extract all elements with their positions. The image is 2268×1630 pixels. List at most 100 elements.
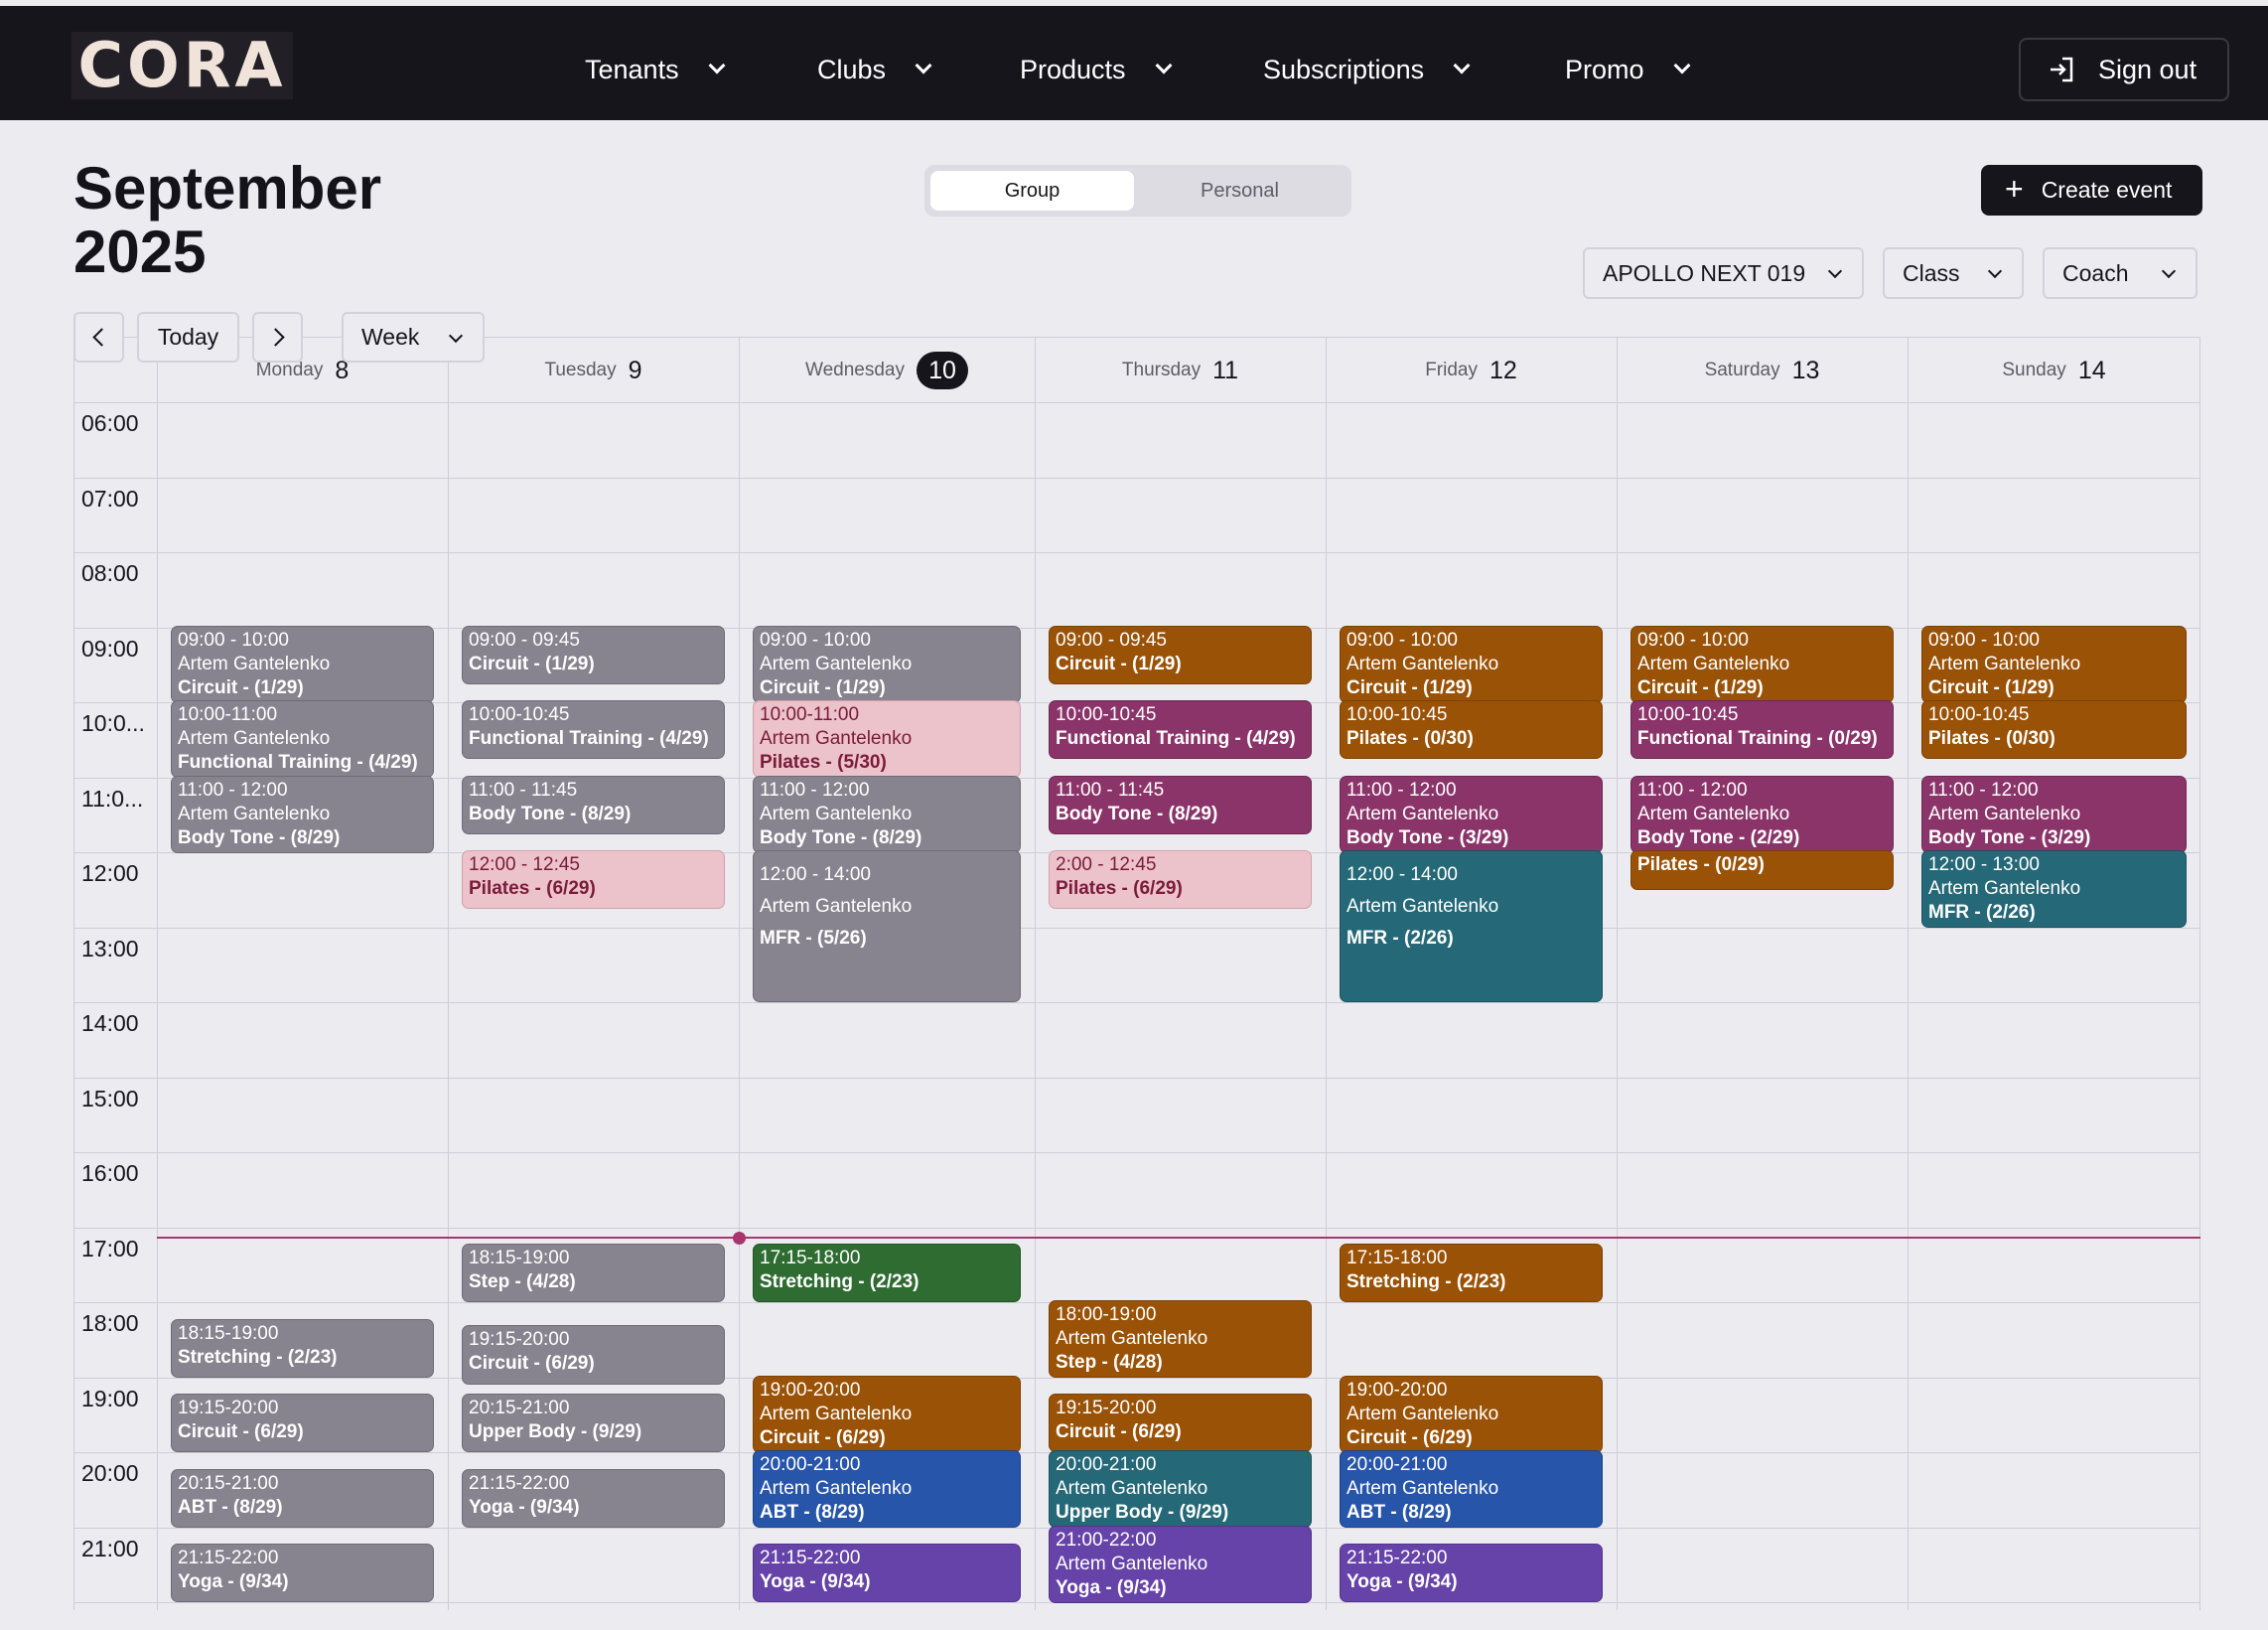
calendar-event[interactable]: 10:00-11:00 Artem Gantelenko Functional Tr… [171,700,434,778]
calendar-event[interactable]: 21:15-22:00 Yoga - (9/34) [1340,1544,1603,1602]
calendar-event[interactable]: 11:00 - 11:45 Body Tone - (8/29) [462,776,725,834]
chevron-down-icon [2161,263,2177,279]
calendar-event[interactable]: 09:00 - 10:00 Artem Gantelenko Circuit - (… [1630,626,1894,703]
calendar-event[interactable]: 10:00-11:00 Artem Gantelenko Pilates - (5/… [753,700,1021,778]
time-label: 21:00 [81,1536,139,1561]
calendar-event[interactable]: 20:00-21:00 Artem Gantelenko Upper Body - … [1049,1450,1312,1528]
class-filter-select[interactable]: Class [1883,247,2024,299]
calendar-event[interactable]: 21:00-22:00 Artem Gantelenko Yoga - (9/34) [1049,1526,1312,1603]
event-title: MFR - (5/26) [760,928,867,949]
calendar-event[interactable]: 11:00 - 12:00 Artem Gantelenko Body Tone -… [753,776,1021,853]
calendar-event[interactable]: 09:00 - 09:45 Circuit - (1/29) [1049,626,1312,684]
calendar-event[interactable]: 20:15-21:00 Upper Body - (9/29) [462,1394,725,1452]
event-title: Pilates - (5/30) [760,752,887,773]
event-coach: Artem Gantelenko [1056,1554,1208,1574]
time-label: 16:00 [81,1160,139,1186]
toggle-group[interactable]: Group [930,171,1134,211]
event-time: 12:00 - 13:00 [1928,854,2040,875]
toggle-personal[interactable]: Personal [1138,171,1342,211]
calendar-event[interactable]: Pilates - (0/29) [1630,850,1894,890]
club-filter-select[interactable]: APOLLO NEXT 019 [1583,247,1864,299]
calendar-event[interactable]: 12:00 - 13:00 Artem Gantelenko MFR - (2/26… [1921,850,2187,928]
calendar-event[interactable]: 21:15-22:00 Yoga - (9/34) [462,1469,725,1528]
day-header-saturday[interactable]: Saturday 13 [1617,351,1908,390]
calendar-event[interactable]: 17:15-18:00 Stretching - (2/23) [1340,1244,1603,1302]
event-title: Upper Body - (9/29) [1056,1502,1229,1523]
calendar-event[interactable]: 11:00 - 11:45 Body Tone - (8/29) [1049,776,1312,834]
event-coach: Artem Gantelenko [1928,654,2081,674]
calendar-event[interactable]: 09:00 - 09:45 Circuit - (1/29) [462,626,725,684]
sign-out-button[interactable]: Sign out [2019,38,2229,101]
day-number: 13 [1791,356,1820,384]
grid-row-line [73,1152,2200,1153]
calendar-event[interactable]: 21:15-22:00 Yoga - (9/34) [171,1544,434,1602]
calendar-event[interactable]: 10:00-10:45 Functional Training - (4/29) [1049,700,1312,759]
calendar-event[interactable]: 19:00-20:00 Artem Gantelenko Circuit - (6/… [753,1376,1021,1453]
calendar-event[interactable]: 17:15-18:00 Stretching - (2/23) [753,1244,1021,1302]
calendar-event[interactable]: 09:00 - 10:00 Artem Gantelenko Circuit - (… [753,626,1021,703]
grid-column-line [157,337,158,1610]
grid-column-line [1035,337,1036,1610]
calendar-event[interactable]: 19:15-20:00 Circuit - (6/29) [171,1394,434,1452]
calendar-event[interactable]: 12:00 - 12:45 Pilates - (6/29) [462,850,725,909]
calendar-event[interactable]: 2:00 - 12:45 Pilates - (6/29) [1049,850,1312,909]
prev-week-button[interactable] [73,312,124,363]
calendar-event[interactable]: 20:00-21:00 Artem Gantelenko ABT - (8/29) [753,1450,1021,1528]
calendar-event[interactable]: 12:00 - 14:00 Artem Gantelenko MFR - (2/26… [1340,850,1603,1002]
day-header-tuesday[interactable]: Tuesday 9 [448,351,739,390]
day-number: 11 [1212,356,1239,384]
event-time: 19:15-20:00 [178,1398,279,1418]
chevron-right-icon [265,328,285,347]
nav-clubs[interactable]: Clubs [817,50,932,89]
coach-filter-select[interactable]: Coach [2043,247,2197,299]
calendar-event[interactable]: 19:15-20:00 Circuit - (6/29) [462,1325,725,1385]
nav-tenants[interactable]: Tenants [585,50,726,89]
event-coach: Artem Gantelenko [1347,804,1499,824]
event-title: Yoga - (9/34) [760,1571,871,1592]
logo[interactable]: CORA [71,32,293,99]
event-time: 21:15-22:00 [178,1548,279,1568]
calendar-event[interactable]: 09:00 - 10:00 Artem Gantelenko Circuit - (… [171,626,434,703]
event-coach: Artem Gantelenko [1928,878,2081,899]
logo-text: CORA [77,29,287,101]
day-header-thursday[interactable]: Thursday 11 [1035,351,1326,390]
calendar-event[interactable]: 10:00-10:45 Pilates - (0/30) [1340,700,1603,759]
calendar-event[interactable]: 10:00-10:45 Pilates - (0/30) [1921,700,2187,759]
day-number: 9 [628,356,642,384]
event-title: Yoga - (9/34) [1056,1577,1167,1598]
calendar-event[interactable]: 20:00-21:00 Artem Gantelenko ABT - (8/29) [1340,1450,1603,1528]
nav-subscriptions[interactable]: Subscriptions [1263,50,1471,89]
event-title: Functional Training - (0/29) [1637,728,1878,749]
calendar-event[interactable]: 09:00 - 10:00 Artem Gantelenko Circuit - (… [1921,626,2187,703]
calendar-event[interactable]: 10:00-10:45 Functional Training - (4/29) [462,700,725,759]
calendar-event[interactable]: 12:00 - 14:00 Artem Gantelenko MFR - (5/26… [753,850,1021,1002]
create-event-button[interactable]: + Create event [1981,165,2202,216]
nav-promo[interactable]: Promo [1565,50,1691,89]
calendar-event[interactable]: 11:00 - 12:00 Artem Gantelenko Body Tone -… [1921,776,2187,853]
calendar-event[interactable]: 09:00 - 10:00 Artem Gantelenko Circuit - (… [1340,626,1603,703]
nav-products-label: Products [1020,54,1126,84]
event-coach: Artem Gantelenko [1056,1478,1208,1499]
calendar-event[interactable]: 18:15-19:00 Step - (4/28) [462,1244,725,1302]
day-header-sunday[interactable]: Sunday 14 [1908,351,2200,390]
calendar-event[interactable]: 21:15-22:00 Yoga - (9/34) [753,1544,1021,1602]
coach-filter-value: Coach [2062,259,2129,286]
calendar-event[interactable]: 10:00-10:45 Functional Training - (0/29) [1630,700,1894,759]
calendar-event[interactable]: 11:00 - 12:00 Artem Gantelenko Body Tone -… [1630,776,1894,853]
next-week-button[interactable] [252,312,303,363]
time-label: 13:00 [81,936,139,962]
calendar-event[interactable]: 18:15-19:00 Stretching - (2/23) [171,1319,434,1378]
nav-products[interactable]: Products [1020,50,1173,89]
calendar-event[interactable]: 19:00-20:00 Artem Gantelenko Circuit - (6/… [1340,1376,1603,1453]
day-header-wednesday[interactable]: Wednesday 10 [739,351,1035,390]
view-mode-select[interactable]: Week [342,312,485,363]
event-coach: Artem Gantelenko [1347,896,1499,917]
calendar-event[interactable]: 20:15-21:00 ABT - (8/29) [171,1469,434,1528]
calendar-event[interactable]: 11:00 - 12:00 Artem Gantelenko Body Tone -… [171,776,434,853]
calendar-event[interactable]: 19:15-20:00 Circuit - (6/29) [1049,1394,1312,1452]
today-button[interactable]: Today [137,312,239,363]
day-header-friday[interactable]: Friday 12 [1326,351,1617,390]
calendar-event[interactable]: 18:00-19:00 Artem Gantelenko Step - (4/28) [1049,1300,1312,1378]
event-title: Functional Training - (4/29) [1056,728,1296,749]
calendar-event[interactable]: 11:00 - 12:00 Artem Gantelenko Body Tone -… [1340,776,1603,853]
